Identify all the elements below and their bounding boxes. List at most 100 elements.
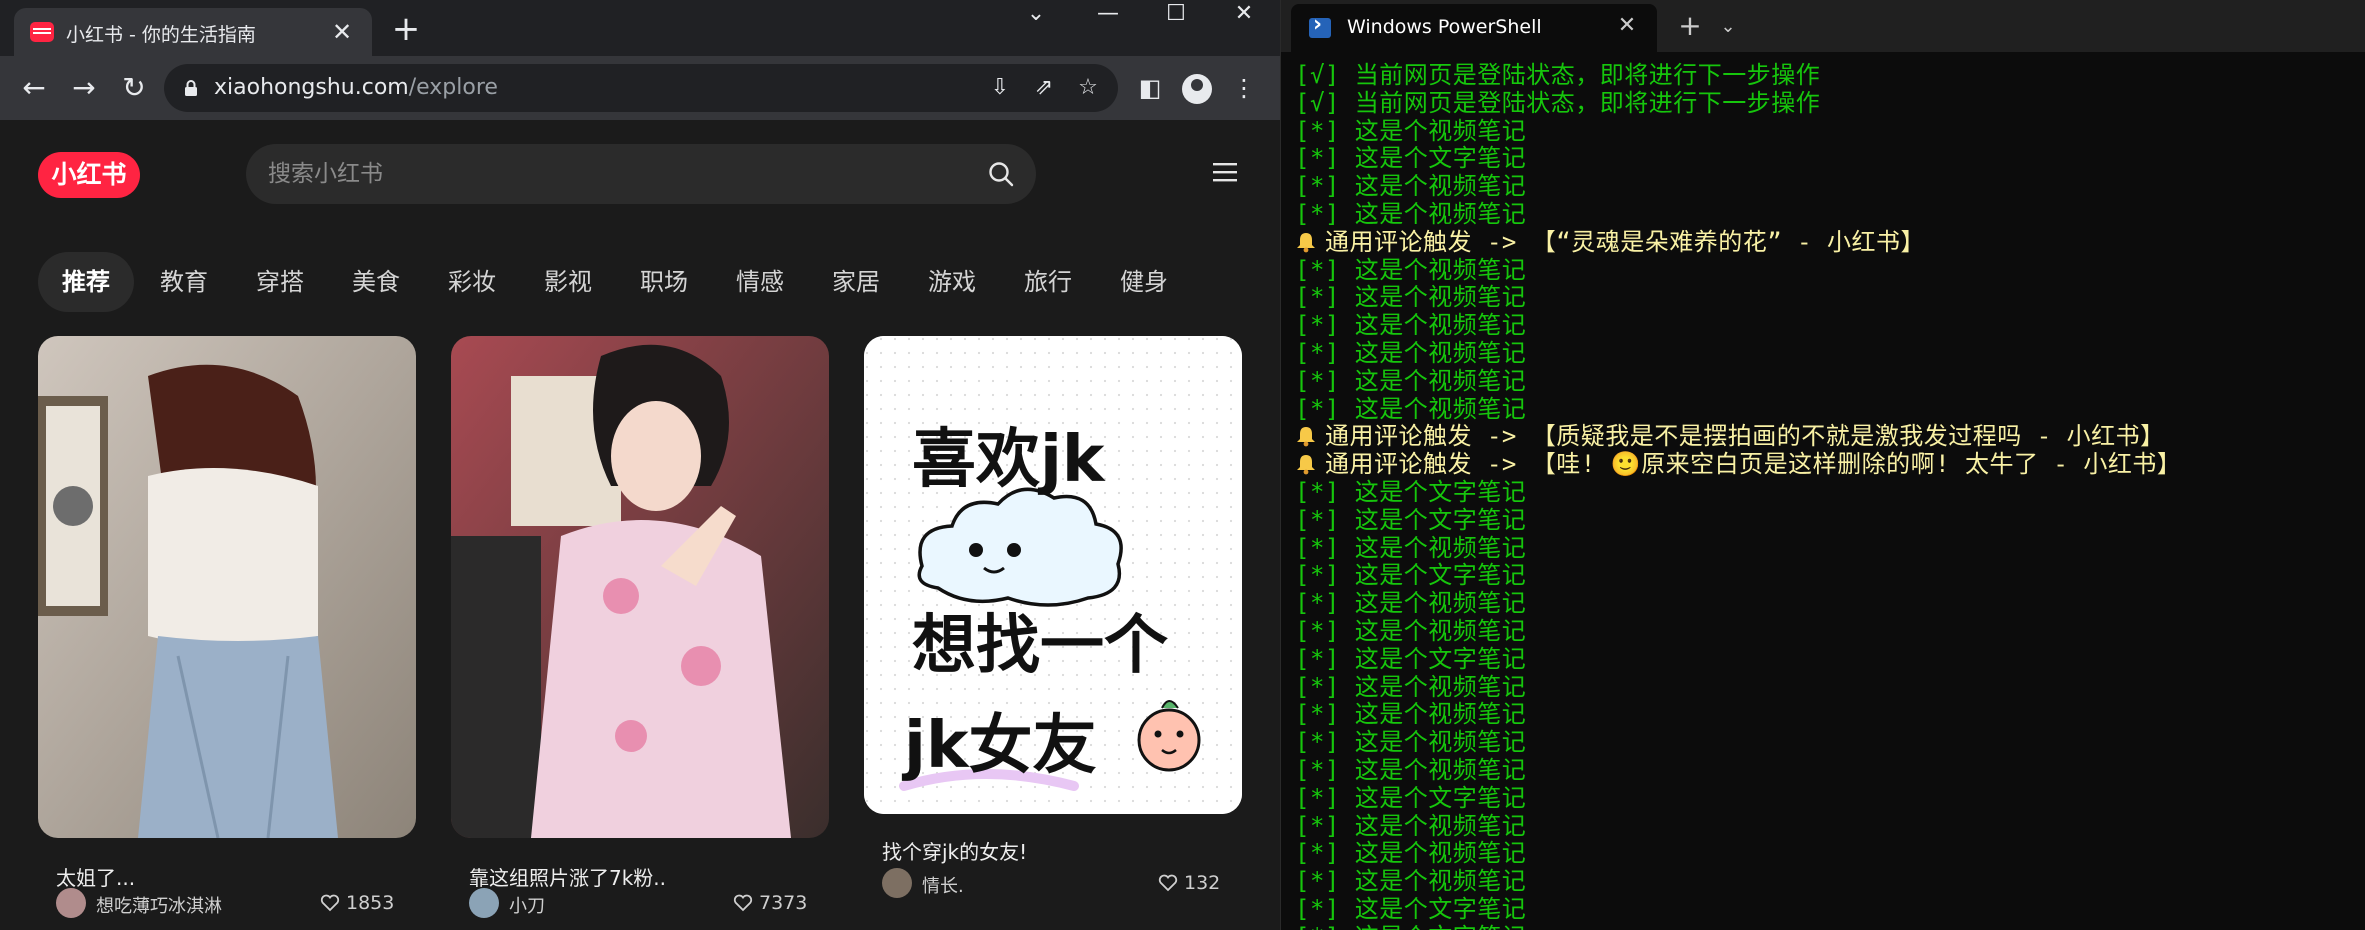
terminal-line-text: [*] 这是个视频笔记 — [1295, 255, 1527, 284]
note-title[interactable]: 找个穿jk的女友! — [882, 836, 1027, 865]
close-tab-icon[interactable]: ✕ — [326, 16, 358, 48]
terminal-output[interactable]: [√] 当前网页是登陆状态，即将进行下一步操作 [√] 当前网页是登陆状态，即将进… — [1295, 61, 2355, 930]
chevron-down-icon[interactable]: ⌄ — [1713, 12, 1743, 42]
xiaohongshu-favicon-icon — [30, 22, 54, 42]
like-button[interactable]: 132 — [1158, 868, 1224, 898]
terminal-line: 通用评论触发 -> 【哇! 🙂原来空白页是这样删除的啊! 太牛了 - 小红书】 — [1295, 450, 2355, 479]
terminal-line: [*] 这是个视频笔记 — [1295, 311, 2355, 340]
install-app-icon[interactable]: ⇩ — [986, 74, 1014, 102]
new-tab-button[interactable]: + — [1675, 12, 1705, 42]
like-button[interactable]: 1853 — [320, 888, 398, 918]
forward-arrow-icon[interactable]: → — [66, 70, 102, 106]
close-window-button[interactable]: ✕ — [1214, 0, 1274, 30]
channel-tab-outfit[interactable]: 穿搭 — [256, 252, 304, 312]
like-count: 7373 — [759, 892, 808, 914]
channel-tab-education[interactable]: 教育 — [160, 252, 208, 312]
terminal-line-text: [√] 当前网页是登陆状态，即将进行下一步操作 — [1295, 61, 1821, 89]
terminal-line-text: [*] 这是个视频笔记 — [1295, 172, 1527, 201]
terminal-line: [*] 这是个视频笔记 — [1295, 367, 2355, 396]
terminal-line-text: [*] 这是个视频笔记 — [1295, 700, 1527, 729]
terminal-line: 通用评论触发 -> 【质疑我是不是摆拍画的不就是激我发过程吗 - 小红书】 — [1295, 422, 2355, 451]
channel-tab-home[interactable]: 家居 — [832, 252, 880, 312]
avatar[interactable] — [56, 888, 86, 918]
powershell-window: Windows PowerShell ✕ + ⌄ [√] 当前网页是登陆状态，即… — [1280, 0, 2365, 930]
channel-tab-travel[interactable]: 旅行 — [1024, 252, 1072, 312]
note-card[interactable]: 喜欢jk 想找一个 jk女友 找个穿jk的女友! 情长. 132 — [864, 336, 1242, 898]
terminal-line: [√] 当前网页是登陆状态，即将进行下一步操作 — [1295, 89, 2355, 118]
bookmark-star-icon[interactable]: ☆ — [1074, 74, 1102, 102]
avatar[interactable] — [882, 868, 912, 898]
terminal-line: [*] 这是个文字笔记 — [1295, 144, 2355, 173]
terminal-tab[interactable]: Windows PowerShell ✕ — [1291, 4, 1657, 52]
site-logo[interactable]: 小红书 — [38, 152, 140, 198]
terminal-line-text: [*] 这是个视频笔记 — [1295, 199, 1527, 228]
note-cover-image[interactable]: 喜欢jk 想找一个 jk女友 — [864, 336, 1242, 814]
terminal-line: [*] 这是个视频笔记 — [1295, 673, 2355, 702]
terminal-line-text: [*] 这是个文字笔记 — [1295, 923, 1526, 930]
channel-tab-emotion[interactable]: 情感 — [736, 252, 784, 312]
like-button[interactable]: 7373 — [733, 888, 811, 918]
terminal-line-text: [*] 这是个文字笔记 — [1295, 144, 1527, 173]
back-arrow-icon[interactable]: ← — [16, 70, 52, 106]
hamburger-menu-icon[interactable] — [1210, 160, 1240, 184]
heart-icon[interactable] — [320, 894, 340, 912]
note-title[interactable]: 靠这组照片涨了7k粉.. — [469, 862, 666, 891]
terminal-line-text: [*] 这是个视频笔记 — [1295, 811, 1527, 840]
address-bar[interactable]: xiaohongshu.com/explore ⇩ ⇗ ☆ — [164, 64, 1118, 112]
reload-icon[interactable]: ↻ — [116, 70, 152, 106]
search-bar[interactable] — [246, 144, 1036, 204]
minimize-button[interactable]: — — [1078, 0, 1138, 30]
note-card[interactable]: 太姐了... 想吃薄巧冰淇淋 1853 — [38, 336, 416, 918]
bell-icon — [1297, 455, 1315, 475]
terminal-tab-title: Windows PowerShell — [1347, 16, 1542, 38]
author-name[interactable]: 想吃薄巧冰淇淋 — [96, 892, 222, 918]
note-cover-image[interactable] — [451, 336, 829, 838]
heart-icon[interactable] — [733, 894, 753, 912]
terminal-line-text: [*] 这是个视频笔记 — [1295, 338, 1527, 367]
channel-tab-fitness[interactable]: 健身 — [1120, 252, 1168, 312]
note-cover-image[interactable] — [38, 336, 416, 838]
author-name[interactable]: 情长. — [922, 872, 964, 898]
browser-tab[interactable]: 小红书 - 你的生活指南 ✕ — [14, 8, 372, 56]
terminal-line: [*] 这是个视频笔记 — [1295, 172, 2355, 201]
profile-avatar-icon[interactable] — [1182, 74, 1212, 104]
note-card[interactable]: 靠这组照片涨了7k粉.. 小刀 7373 — [451, 336, 829, 918]
close-tab-icon[interactable]: ✕ — [1613, 12, 1641, 40]
side-panel-icon[interactable]: ◧ — [1132, 70, 1168, 106]
new-tab-button[interactable]: + — [388, 12, 424, 48]
channel-tab-recommend[interactable]: 推荐 — [38, 252, 134, 312]
channel-tab-career[interactable]: 职场 — [640, 252, 688, 312]
search-icon[interactable] — [988, 161, 1014, 187]
terminal-line: [*] 这是个视频笔记 — [1295, 589, 2355, 618]
lock-icon — [185, 80, 197, 96]
maximize-button[interactable]: ☐ — [1146, 0, 1206, 30]
terminal-line-text: [*] 这是个文字笔记 — [1295, 561, 1527, 590]
terminal-line: [*] 这是个视频笔记 — [1295, 617, 2355, 646]
terminal-line: [*] 这是个视频笔记 — [1295, 811, 2355, 841]
terminal-line: [*] 这是个文字笔记 — [1295, 784, 2355, 813]
channel-tab-makeup[interactable]: 彩妆 — [448, 252, 496, 312]
terminal-line-text: [*] 这是个视频笔记 — [1295, 311, 1527, 340]
search-input[interactable] — [268, 158, 948, 190]
heart-icon[interactable] — [1158, 874, 1178, 892]
author-name[interactable]: 小刀 — [509, 892, 545, 918]
share-icon[interactable]: ⇗ — [1030, 74, 1058, 102]
terminal-line: [*] 这是个文字笔记 — [1295, 561, 2355, 590]
terminal-line: [*] 这是个视频笔记 — [1295, 283, 2355, 312]
terminal-line: [*] 这是个视频笔记 — [1295, 255, 2355, 285]
note-title[interactable]: 太姐了... — [56, 862, 135, 891]
chrome-menu-icon[interactable]: ⋮ — [1226, 70, 1262, 106]
avatar[interactable] — [469, 888, 499, 918]
channel-tab-film[interactable]: 影视 — [544, 252, 592, 312]
terminal-line: [*] 这是个视频笔记 — [1295, 338, 2355, 368]
terminal-line-text: [*] 这是个视频笔记 — [1295, 589, 1527, 618]
terminal-line-text: [*] 这是个视频笔记 — [1295, 728, 1527, 757]
terminal-line-text: [*] 这是个视频笔记 — [1295, 116, 1527, 145]
terminal-line: [√] 当前网页是登陆状态，即将进行下一步操作 — [1295, 61, 2355, 90]
cover-text-line: 想找一个 — [912, 609, 1168, 683]
channel-tab-games[interactable]: 游戏 — [928, 252, 976, 312]
tab-search-icon[interactable]: ⌄ — [1006, 0, 1066, 30]
url-text: xiaohongshu.com/explore — [214, 75, 498, 100]
channel-tab-food[interactable]: 美食 — [352, 252, 400, 312]
terminal-line: [*] 这是个视频笔记 — [1295, 839, 2355, 868]
